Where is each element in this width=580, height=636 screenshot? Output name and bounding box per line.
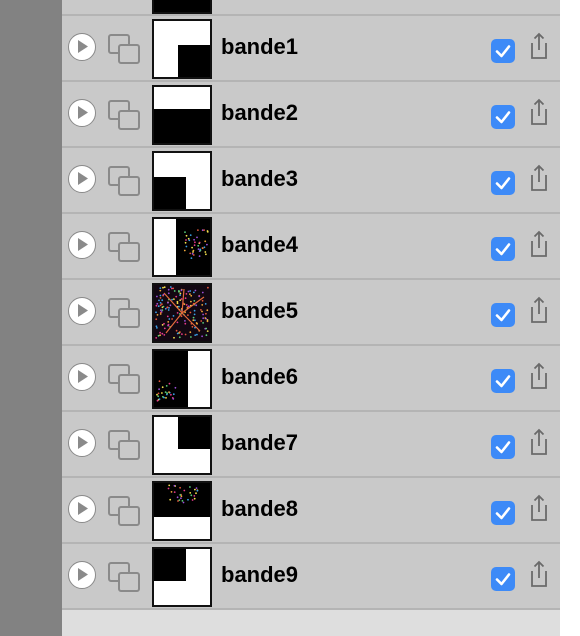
layer-row-bande4[interactable]: bande4 <box>62 214 560 280</box>
layers-icon <box>107 99 141 131</box>
share-icon[interactable] <box>528 428 550 456</box>
share-icon[interactable] <box>528 98 550 126</box>
visibility-checkbox[interactable] <box>491 39 515 63</box>
share-icon[interactable] <box>528 494 550 522</box>
layers-window: bande1 bande2 bande3 bande4 bande5 bande… <box>0 0 580 636</box>
layer-name: bande4 <box>221 232 299 257</box>
checkmark-icon <box>495 507 511 520</box>
layers-icon <box>107 495 141 527</box>
share-icon[interactable] <box>528 32 550 60</box>
share-icon[interactable] <box>528 560 550 588</box>
visibility-checkbox[interactable] <box>491 105 515 129</box>
layer-thumbnail <box>152 415 212 475</box>
right-margin <box>560 0 580 636</box>
checkmark-icon <box>495 441 511 454</box>
play-icon[interactable] <box>68 165 96 193</box>
layer-thumbnail <box>152 547 212 607</box>
layer-name: bande6 <box>221 364 299 389</box>
share-icon[interactable] <box>528 296 550 324</box>
layer-thumbnail <box>152 283 212 343</box>
layer-row-bande5[interactable]: bande5 <box>62 280 560 346</box>
layers-icon <box>107 561 141 593</box>
checkmark-icon <box>495 177 511 190</box>
layer-thumbnail <box>152 217 212 277</box>
layer-row-partial <box>62 0 560 16</box>
checkmark-icon <box>495 573 511 586</box>
layer-row-bande8[interactable]: bande8 <box>62 478 560 544</box>
layers-icon <box>107 165 141 197</box>
play-icon[interactable] <box>68 363 96 391</box>
layer-thumbnail <box>152 349 212 409</box>
share-icon[interactable] <box>528 362 550 390</box>
layer-row-bande3[interactable]: bande3 <box>62 148 560 214</box>
layer-thumbnail <box>152 85 212 145</box>
layer-thumbnail <box>152 0 212 14</box>
layer-row-bande2[interactable]: bande2 <box>62 82 560 148</box>
play-icon[interactable] <box>68 495 96 523</box>
play-icon[interactable] <box>68 561 96 589</box>
checkmark-icon <box>495 111 511 124</box>
layer-thumbnail <box>152 151 212 211</box>
share-icon[interactable] <box>528 164 550 192</box>
visibility-checkbox[interactable] <box>491 369 515 393</box>
layer-row-bande6[interactable]: bande6 <box>62 346 560 412</box>
layer-row-bande9[interactable]: bande9 <box>62 544 560 610</box>
play-icon[interactable] <box>68 429 96 457</box>
left-sidebar-rail <box>0 0 62 636</box>
layer-name: bande5 <box>221 298 299 323</box>
visibility-checkbox[interactable] <box>491 237 515 261</box>
play-icon[interactable] <box>68 297 96 325</box>
play-icon[interactable] <box>68 231 96 259</box>
visibility-checkbox[interactable] <box>491 303 515 327</box>
layers-icon <box>107 429 141 461</box>
play-icon[interactable] <box>68 33 96 61</box>
visibility-checkbox[interactable] <box>491 567 515 591</box>
checkmark-icon <box>495 45 511 58</box>
layers-icon <box>107 297 141 329</box>
layers-icon <box>107 231 141 263</box>
layer-name: bande7 <box>221 430 299 455</box>
layer-name: bande3 <box>221 166 299 191</box>
layer-row-bande7[interactable]: bande7 <box>62 412 560 478</box>
panel-footer-area <box>62 609 560 636</box>
layers-icon <box>107 363 141 395</box>
layer-thumbnail <box>152 481 212 541</box>
layer-name: bande2 <box>221 100 299 125</box>
checkmark-icon <box>495 309 511 322</box>
layer-thumbnail <box>152 19 212 79</box>
layers-icon <box>107 33 141 65</box>
share-icon[interactable] <box>528 230 550 258</box>
visibility-checkbox[interactable] <box>491 501 515 525</box>
layer-name: bande9 <box>221 562 299 587</box>
layer-row-bande1[interactable]: bande1 <box>62 16 560 82</box>
checkmark-icon <box>495 243 511 256</box>
visibility-checkbox[interactable] <box>491 171 515 195</box>
checkmark-icon <box>495 375 511 388</box>
play-icon[interactable] <box>68 99 96 127</box>
layer-name: bande1 <box>221 34 299 59</box>
layer-name: bande8 <box>221 496 299 521</box>
visibility-checkbox[interactable] <box>491 435 515 459</box>
